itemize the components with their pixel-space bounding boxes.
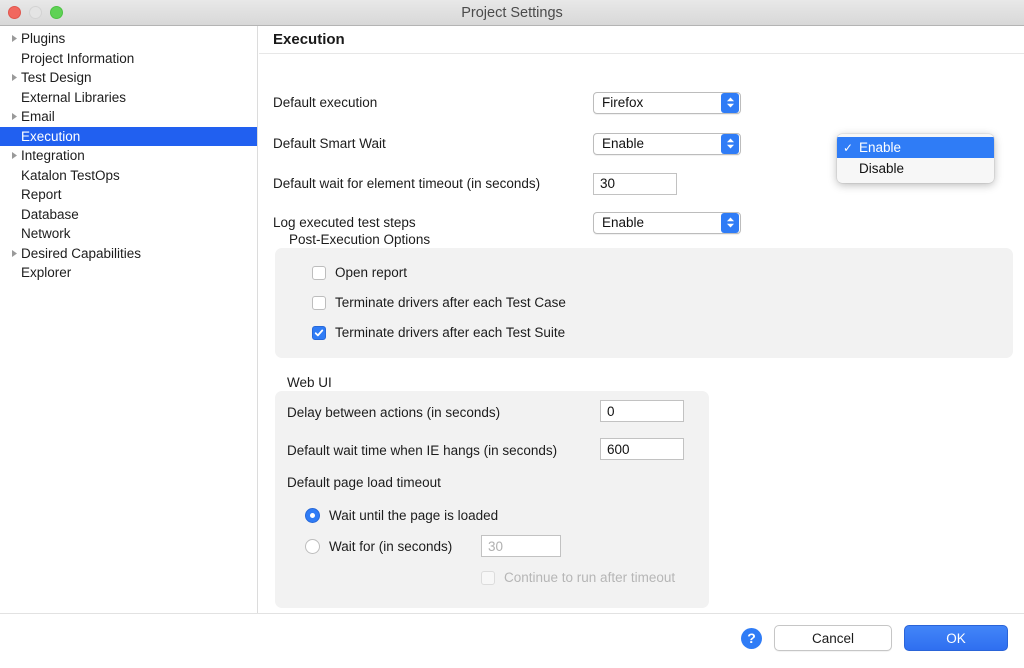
delay-between-actions-input[interactable]: 0 — [600, 400, 684, 422]
sidebar-item-label: Test Design — [21, 70, 92, 86]
help-button[interactable]: ? — [741, 627, 762, 649]
log-steps-label: Log executed test steps — [273, 215, 416, 230]
disclosure-triangle-icon[interactable] — [8, 71, 21, 84]
checkbox-terminate-after-test-suite[interactable]: Terminate drivers after each Test Suite — [312, 325, 565, 340]
dropdown-option-enable[interactable]: ✓ Enable — [837, 137, 994, 158]
page-title: Execution — [259, 26, 1024, 54]
checkbox-label: Terminate drivers after each Test Suite — [335, 325, 566, 340]
post-execution-group-title: Post-Execution Options — [289, 232, 431, 247]
sidebar-item-execution[interactable]: Execution — [0, 126, 257, 146]
sidebar-item-plugins[interactable]: Plugins — [0, 29, 257, 49]
sidebar-item-label: Network — [21, 226, 71, 242]
minimize-button[interactable] — [29, 6, 42, 19]
smart-wait-dropdown-popup[interactable]: ✓ Enable Disable — [837, 134, 994, 183]
chevron-updown-icon[interactable] — [721, 92, 739, 113]
default-smart-wait-value: Enable — [602, 136, 645, 151]
sidebar-item-database[interactable]: Database — [0, 205, 257, 225]
checkbox-label: Open report — [335, 265, 408, 280]
window-titlebar: Project Settings — [0, 0, 1024, 26]
ie-hang-wait-input[interactable]: 600 — [600, 438, 684, 460]
sidebar-item-katalon-testops[interactable]: Katalon TestOps — [0, 166, 257, 186]
chevron-updown-icon[interactable] — [721, 133, 739, 154]
disclosure-triangle-icon[interactable] — [8, 149, 21, 162]
sidebar-item-label: Integration — [21, 148, 85, 164]
sidebar-item-report[interactable]: Report — [0, 185, 257, 205]
disclosure-triangle-icon[interactable] — [8, 32, 21, 45]
dialog-footer: ? Cancel OK — [0, 613, 1024, 667]
radio-label: Wait until the page is loaded — [329, 508, 499, 523]
ie-hang-wait-label: Default wait time when IE hangs (in seco… — [287, 443, 558, 458]
web-ui-group-title: Web UI — [287, 375, 332, 390]
sidebar-item-label: Desired Capabilities — [21, 245, 142, 261]
dropdown-option-label: Enable — [859, 140, 902, 155]
sidebar-item-explorer[interactable]: Explorer — [0, 263, 257, 283]
dropdown-option-label: Disable — [859, 161, 905, 176]
default-smart-wait-label: Default Smart Wait — [273, 136, 386, 151]
checkmark-icon: ✓ — [843, 140, 854, 155]
close-button[interactable] — [8, 6, 21, 19]
sidebar-item-network[interactable]: Network — [0, 224, 257, 244]
checkbox-box-icon[interactable] — [312, 295, 326, 310]
settings-content-pane: Execution Default execution Firefox Defa… — [259, 26, 1024, 613]
default-execution-value: Firefox — [602, 95, 644, 110]
element-timeout-label: Default wait for element timeout (in sec… — [273, 176, 541, 191]
sidebar-item-label: Database — [21, 206, 79, 222]
zoom-button[interactable] — [50, 6, 63, 19]
sidebar-item-test-design[interactable]: Test Design — [0, 68, 257, 88]
radio-button-icon[interactable] — [305, 539, 320, 554]
checkbox-continue-after-timeout[interactable]: Continue to run after timeout — [481, 570, 675, 585]
row-default-execution: Default execution Firefox — [273, 82, 1010, 123]
traffic-lights — [8, 6, 63, 19]
page-load-timeout-label: Default page load timeout — [287, 475, 441, 490]
sidebar-item-desired-capabilities[interactable]: Desired Capabilities — [0, 244, 257, 264]
checkbox-terminate-after-test-case[interactable]: Terminate drivers after each Test Case — [312, 295, 566, 310]
cancel-button[interactable]: Cancel — [774, 625, 892, 651]
ok-button[interactable]: OK — [904, 625, 1008, 651]
sidebar-item-label: Plugins — [21, 31, 66, 47]
sidebar-item-project-information[interactable]: Project Information — [0, 49, 257, 69]
checkbox-box-icon[interactable] — [481, 570, 495, 585]
default-smart-wait-select[interactable]: Enable — [593, 132, 741, 155]
checkbox-box-icon[interactable] — [312, 265, 326, 280]
delay-between-actions-label: Delay between actions (in seconds) — [287, 405, 501, 420]
default-execution-select[interactable]: Firefox — [593, 91, 741, 114]
sidebar-item-label: Project Information — [21, 50, 135, 66]
radio-wait-until-page-loaded[interactable]: Wait until the page is loaded — [305, 508, 498, 523]
radio-wait-for-seconds[interactable]: Wait for (in seconds) — [305, 539, 452, 554]
sidebar-item-integration[interactable]: Integration — [0, 146, 257, 166]
radio-label: Wait for (in seconds) — [329, 539, 453, 554]
default-execution-label: Default execution — [273, 95, 378, 110]
sidebar-item-label: Execution — [21, 128, 81, 144]
sidebar-item-label: Report — [21, 187, 62, 203]
checkbox-label: Terminate drivers after each Test Case — [335, 295, 566, 310]
sidebar-item-label: Explorer — [21, 265, 72, 281]
project-settings-window: Project Settings Plugins Project Informa… — [0, 0, 1024, 668]
disclosure-triangle-icon[interactable] — [8, 110, 21, 123]
checkbox-open-report[interactable]: Open report — [312, 265, 407, 280]
wait-for-seconds-input[interactable]: 30 — [481, 535, 561, 557]
window-title: Project Settings — [461, 5, 563, 21]
settings-sidebar[interactable]: Plugins Project Information Test Design … — [0, 26, 258, 613]
sidebar-item-label: Email — [21, 109, 55, 125]
sidebar-item-label: External Libraries — [21, 89, 127, 105]
radio-button-icon[interactable] — [305, 508, 320, 523]
disclosure-triangle-icon[interactable] — [8, 247, 21, 260]
checkmark-icon[interactable] — [312, 325, 326, 340]
sidebar-item-external-libraries[interactable]: External Libraries — [0, 88, 257, 108]
sidebar-item-label: Katalon TestOps — [21, 167, 120, 183]
sidebar-item-email[interactable]: Email — [0, 107, 257, 127]
dropdown-option-disable[interactable]: Disable — [837, 158, 994, 179]
chevron-updown-icon[interactable] — [721, 212, 739, 233]
element-timeout-input[interactable]: 30 — [593, 172, 677, 195]
log-steps-select[interactable]: Enable — [593, 211, 741, 234]
log-steps-value: Enable — [602, 215, 645, 230]
dialog-body: Plugins Project Information Test Design … — [0, 26, 1024, 613]
checkbox-label: Continue to run after timeout — [504, 570, 676, 585]
